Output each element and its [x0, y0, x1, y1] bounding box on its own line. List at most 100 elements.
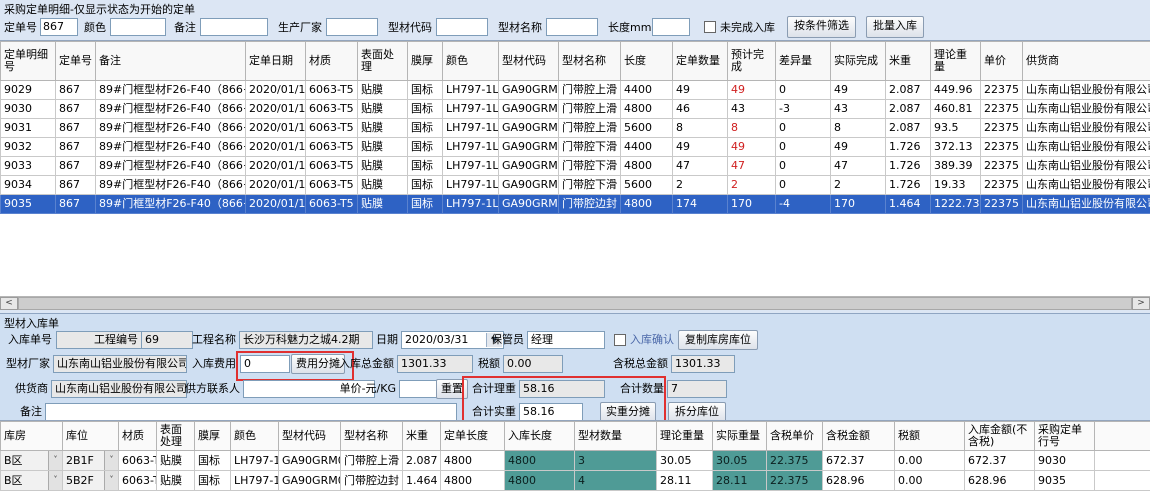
cell[interactable]: 贴膜: [358, 81, 408, 100]
cell[interactable]: 国标: [408, 138, 443, 157]
cell[interactable]: 867: [56, 119, 96, 138]
cell[interactable]: 山东南山铝业股份有限公司: [1023, 195, 1150, 214]
cell[interactable]: 2.087: [886, 119, 931, 138]
cell[interactable]: GA90GRM04: [499, 138, 559, 157]
cell[interactable]: 贴膜: [358, 138, 408, 157]
filter-input[interactable]: [546, 18, 598, 36]
unit-price-input[interactable]: [399, 380, 437, 398]
cell[interactable]: 89#门框型材F26-F40（866+867）: [96, 100, 246, 119]
scrollbar-thumb[interactable]: [18, 297, 1132, 310]
filter-input[interactable]: 867: [40, 18, 78, 36]
batch-inbound-button[interactable]: 批量入库: [866, 16, 924, 38]
cell[interactable]: 867: [56, 195, 96, 214]
cell[interactable]: 山东南山铝业股份有限公司: [1023, 81, 1150, 100]
filter-input[interactable]: [652, 18, 690, 36]
scroll-left-icon[interactable]: <: [0, 297, 18, 310]
cell[interactable]: 国标: [408, 157, 443, 176]
cell[interactable]: 389.39: [931, 157, 981, 176]
cell[interactable]: 49: [728, 81, 776, 100]
cell[interactable]: 49: [831, 138, 886, 157]
cell[interactable]: 1.726: [886, 138, 931, 157]
cell[interactable]: 2020/01/13: [246, 100, 306, 119]
cell[interactable]: LH797-1LL0: [443, 138, 499, 157]
cell[interactable]: -3: [776, 100, 831, 119]
combo-dropdown-icon[interactable]: ˅: [48, 471, 62, 490]
cell[interactable]: GA90GRM03: [499, 100, 559, 119]
total-theory-input[interactable]: 58.16: [519, 380, 605, 398]
cell[interactable]: 867: [56, 100, 96, 119]
cell[interactable]: 5600: [621, 119, 673, 138]
supplier-input[interactable]: 山东南山铝业股份有限公司: [51, 380, 187, 398]
cell[interactable]: 89#门框型材F26-F40（866+867）: [96, 157, 246, 176]
filter-input[interactable]: [110, 18, 166, 36]
cell[interactable]: 9033: [1, 157, 56, 176]
cell[interactable]: 460.81: [931, 100, 981, 119]
table-row[interactable]: 903286789#门框型材F26-F40（866+867）2020/01/13…: [1, 138, 1150, 157]
cell[interactable]: GA90GRM05: [499, 195, 559, 214]
cell[interactable]: 22375: [981, 157, 1023, 176]
cell[interactable]: LH797-1LL0: [443, 157, 499, 176]
cell[interactable]: 2020/01/13: [246, 195, 306, 214]
cell[interactable]: 0: [776, 81, 831, 100]
cell[interactable]: 2020/01/13: [246, 176, 306, 195]
cell[interactable]: 47: [673, 157, 728, 176]
cell[interactable]: 国标: [408, 176, 443, 195]
cell[interactable]: 8: [831, 119, 886, 138]
cell[interactable]: 门带腔上滑: [559, 100, 621, 119]
cell[interactable]: 89#门框型材F26-F40（866+867）: [96, 81, 246, 100]
cell[interactable]: 49: [673, 81, 728, 100]
cell[interactable]: 867: [56, 176, 96, 195]
maker-input[interactable]: 山东南山铝业股份有限公司: [53, 355, 187, 373]
cell[interactable]: 门带腔下滑: [559, 138, 621, 157]
cell[interactable]: 1222.73: [931, 195, 981, 214]
cell[interactable]: 22375: [981, 176, 1023, 195]
reset-button[interactable]: 重置: [436, 379, 468, 399]
cell[interactable]: 贴膜: [358, 157, 408, 176]
cell[interactable]: 22375: [981, 81, 1023, 100]
cell[interactable]: LH797-1LL0: [443, 100, 499, 119]
cell[interactable]: LH797-1LL0: [443, 81, 499, 100]
horizontal-scrollbar[interactable]: < >: [0, 296, 1150, 310]
cell[interactable]: 国标: [408, 119, 443, 138]
cell[interactable]: 门带腔上滑: [559, 81, 621, 100]
table-row[interactable]: 903486789#门框型材F26-F40（866+867）2020/01/13…: [1, 176, 1150, 195]
cell[interactable]: B区˅: [1, 471, 63, 491]
keeper-input[interactable]: 经理: [527, 331, 605, 349]
cell[interactable]: 山东南山铝业股份有限公司: [1023, 157, 1150, 176]
cell[interactable]: 5600: [621, 176, 673, 195]
cell[interactable]: 449.96: [931, 81, 981, 100]
cell[interactable]: 9029: [1, 81, 56, 100]
scroll-right-icon[interactable]: >: [1132, 297, 1150, 310]
cell[interactable]: LH797-1LL0: [443, 119, 499, 138]
cell[interactable]: 89#门框型材F26-F40（866+867）: [96, 119, 246, 138]
cell[interactable]: 22375: [981, 138, 1023, 157]
cell[interactable]: 2: [831, 176, 886, 195]
cell[interactable]: 贴膜: [358, 100, 408, 119]
cell[interactable]: 22375: [981, 100, 1023, 119]
cell[interactable]: 47: [728, 157, 776, 176]
cell[interactable]: 8: [728, 119, 776, 138]
cell[interactable]: 6063-T5: [306, 195, 358, 214]
cell[interactable]: 43: [728, 100, 776, 119]
project-no-input[interactable]: 69: [141, 331, 193, 349]
cell[interactable]: 93.5: [931, 119, 981, 138]
filter-input[interactable]: [436, 18, 488, 36]
cell[interactable]: 2020/01/13: [246, 157, 306, 176]
cell[interactable]: 2020/01/13: [246, 138, 306, 157]
cell[interactable]: 89#门框型材F26-F40（866+867）: [96, 176, 246, 195]
cell[interactable]: 867: [56, 138, 96, 157]
cell[interactable]: 2: [728, 176, 776, 195]
cell[interactable]: 2: [673, 176, 728, 195]
cell[interactable]: 贴膜: [358, 195, 408, 214]
cell[interactable]: 国标: [408, 81, 443, 100]
total-qty-input[interactable]: 7: [667, 380, 727, 398]
table-row[interactable]: 902986789#门框型材F26-F40（866+867）2020/01/13…: [1, 81, 1150, 100]
table-row[interactable]: B区˅5B2F˅6063-T5贴膜国标LH797-1LL0GA90GRM05门带…: [1, 471, 1150, 491]
cell[interactable]: 国标: [408, 100, 443, 119]
cell[interactable]: 6063-T5: [306, 81, 358, 100]
cell[interactable]: 门带腔下滑: [559, 157, 621, 176]
cell[interactable]: 2020/01/13: [246, 119, 306, 138]
cell[interactable]: 山东南山铝业股份有限公司: [1023, 100, 1150, 119]
combo-dropdown-icon[interactable]: ˅: [48, 451, 62, 470]
cell[interactable]: 0: [776, 138, 831, 157]
